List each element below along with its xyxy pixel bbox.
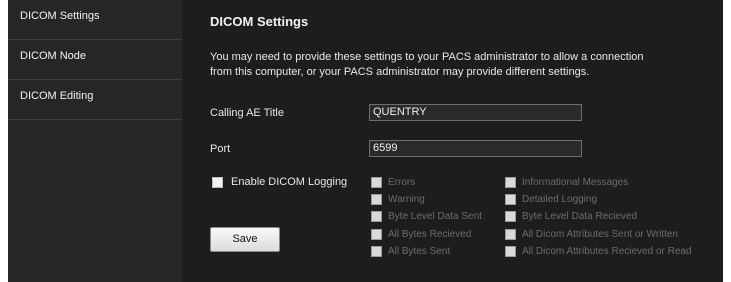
sidebar-item-label: DICOM Editing	[20, 90, 94, 102]
sidebar-item-dicom-node[interactable]: DICOM Node	[8, 40, 182, 80]
save-button[interactable]: Save	[210, 227, 280, 252]
description-line-1: You may need to provide these settings t…	[210, 51, 644, 63]
logging-option-checkbox-byte-level-data-sent[interactable]	[371, 211, 382, 222]
logging-option-checkbox-informational-messages[interactable]	[505, 177, 516, 188]
page-title: DICOM Settings	[210, 14, 309, 29]
calling-ae-title-input[interactable]: QUENTRY	[369, 104, 582, 121]
description-line-2: from this computer, or your PACS adminis…	[210, 66, 590, 78]
logging-option-checkbox-all-bytes-recieved[interactable]	[371, 229, 382, 240]
port-label: Port	[210, 143, 231, 155]
logging-option-checkbox-errors[interactable]	[371, 177, 382, 188]
port-value: 6599	[373, 142, 398, 154]
logging-option-checkbox-all-bytes-sent[interactable]	[371, 246, 382, 257]
sidebar-item-dicom-editing[interactable]: DICOM Editing	[8, 80, 182, 120]
enable-dicom-logging-label: Enable DICOM Logging	[231, 176, 348, 188]
calling-ae-title-value: QUENTRY	[373, 106, 427, 118]
calling-ae-title-label: Calling AE Title	[210, 107, 284, 119]
logging-option-checkbox-byte-level-data-recieved[interactable]	[505, 211, 516, 222]
logging-option-label: Errors	[388, 177, 416, 188]
logging-option-label: Byte Level Data Recieved	[522, 211, 638, 222]
settings-description: You may need to provide these settings t…	[210, 50, 680, 80]
enable-dicom-logging-checkbox[interactable]	[212, 177, 223, 188]
logging-option-checkbox-warning[interactable]	[371, 194, 382, 205]
sidebar-item-label: DICOM Node	[20, 50, 87, 62]
logging-option-checkbox-all-dicom-attributes-sent[interactable]	[505, 229, 516, 240]
logging-option-label: Byte Level Data Sent	[388, 211, 482, 222]
settings-sidebar: DICOM Settings DICOM Node DICOM Editing	[8, 0, 182, 282]
logging-option-label: All Dicom Attributes Recieved or Read	[522, 246, 692, 257]
sidebar-item-dicom-settings[interactable]: DICOM Settings	[8, 0, 182, 40]
logging-option-label: All Dicom Attributes Sent or Written	[522, 229, 678, 240]
logging-option-checkbox-detailed-logging[interactable]	[505, 194, 516, 205]
logging-option-label: All Bytes Sent	[388, 246, 451, 257]
logging-option-label: Informational Messages	[522, 177, 629, 188]
sidebar-item-label: DICOM Settings	[20, 10, 100, 22]
logging-option-label: Detailed Logging	[522, 194, 598, 205]
settings-panel: DICOM Settings You may need to provide t…	[182, 0, 723, 282]
logging-option-checkbox-all-dicom-attributes-recieved[interactable]	[505, 246, 516, 257]
logging-option-label: Warning	[388, 194, 425, 205]
logging-option-label: All Bytes Recieved	[388, 229, 472, 240]
port-input[interactable]: 6599	[369, 140, 582, 157]
